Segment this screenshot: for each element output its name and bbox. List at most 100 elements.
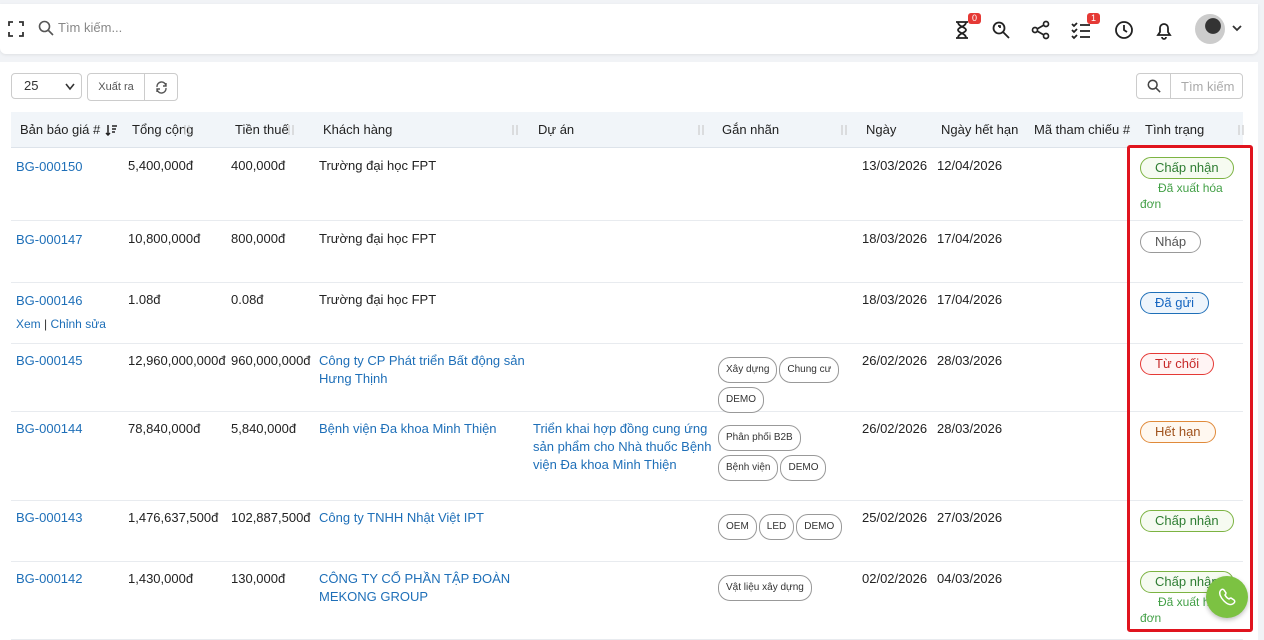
- sort-desc-icon[interactable]: [105, 124, 117, 136]
- col-tax[interactable]: Tiền thuế: [235, 122, 289, 137]
- tag-label[interactable]: Chung cư: [779, 357, 840, 383]
- tag-label[interactable]: OEM: [718, 514, 757, 540]
- sort-icon: [512, 125, 518, 135]
- chevron-down-icon[interactable]: [1231, 22, 1243, 34]
- search-icon: [38, 20, 54, 36]
- expiry-cell: 28/03/2026: [937, 421, 1003, 436]
- action-separator: |: [44, 317, 48, 331]
- call-button[interactable]: [1206, 576, 1248, 618]
- col-customer[interactable]: Khách hàng: [323, 122, 392, 137]
- expiry-cell: 17/04/2026: [937, 292, 1003, 307]
- col-expiry[interactable]: Ngày hết hạn: [941, 122, 1018, 137]
- sort-icon: [288, 125, 294, 135]
- col-date[interactable]: Ngày: [866, 122, 896, 137]
- quote-id-link[interactable]: BG-000144: [16, 420, 83, 438]
- export-button[interactable]: Xuất ra: [87, 73, 145, 101]
- fullscreen-icon[interactable]: [8, 21, 24, 37]
- col-tags[interactable]: Gắn nhãn: [722, 122, 779, 137]
- tags-cell: OEM LED DEMO: [718, 514, 853, 544]
- col-reference[interactable]: Mã tham chiếu #: [1034, 122, 1130, 137]
- date-cell: 02/02/2026: [862, 571, 928, 586]
- customer-link[interactable]: Công ty CP Phát triển Bất động sản Hưng …: [319, 352, 529, 388]
- sort-icon: [698, 125, 704, 135]
- page-length-select[interactable]: 25: [11, 73, 82, 99]
- tag-label[interactable]: Phân phối B2B: [718, 425, 801, 451]
- tasks-badge: 1: [1086, 13, 1100, 24]
- customer-link[interactable]: Công ty TNHH Nhật Việt IPT: [319, 509, 529, 527]
- date-cell: 26/02/2026: [862, 421, 928, 436]
- col-project[interactable]: Dự án: [538, 122, 574, 137]
- tax-cell: 960,000,000đ: [231, 353, 311, 368]
- expiry-cell: 27/03/2026: [937, 510, 1003, 525]
- customer-link[interactable]: Bệnh viện Đa khoa Minh Thiện: [319, 420, 529, 438]
- tag-label[interactable]: DEMO: [780, 455, 827, 481]
- refresh-icon: [156, 81, 167, 94]
- col-quote-number[interactable]: Bản báo giá #: [20, 122, 100, 137]
- date-cell: 18/03/2026: [862, 231, 928, 246]
- table-row: BG-000147 10,800,000đ 800,000đ Trường đạ…: [11, 222, 1243, 283]
- tag-label[interactable]: LED: [758, 514, 795, 540]
- view-link[interactable]: Xem: [16, 317, 41, 331]
- quote-id-link[interactable]: BG-000145: [16, 352, 83, 370]
- table-row: BG-000146 Xem | Chỉnh sửa 1.08đ 0.08đ Tr…: [11, 284, 1243, 344]
- reload-button[interactable]: [144, 73, 178, 101]
- timer-button[interactable]: 0: [951, 13, 981, 41]
- expiry-cell: 17/04/2026: [937, 231, 1003, 246]
- key-search-icon: [992, 21, 1010, 39]
- chevron-down-icon: [65, 83, 75, 91]
- table-row: BG-000145 12,960,000,000đ 960,000,000đ C…: [11, 345, 1243, 413]
- quote-id-link[interactable]: BG-000143: [16, 509, 83, 527]
- total-cell: 5,400,000đ: [128, 158, 194, 173]
- sort-icon: [841, 125, 847, 135]
- key-search-button[interactable]: [990, 19, 1012, 41]
- share-button[interactable]: [1030, 19, 1052, 41]
- quotes-panel: 25 Xuất ra Tìm kiếm Bản báo giá # Tổng c…: [0, 62, 1258, 640]
- total-cell: 10,800,000đ: [128, 231, 201, 246]
- customer-link[interactable]: CÔNG TY CỔ PHẦN TẬP ĐOÀN MEKONG GROUP: [319, 570, 529, 606]
- avatar[interactable]: [1195, 14, 1225, 44]
- clock-icon: [1115, 21, 1133, 39]
- table-row: BG-000144 78,840,000đ 5,840,000đ Bệnh vi…: [11, 413, 1243, 501]
- table-search-input[interactable]: Tìm kiếm: [1170, 73, 1243, 99]
- tags-cell: Phân phối B2B Bệnh viện DEMO: [718, 425, 853, 485]
- tags-cell: Vật liệu xây dựng: [718, 575, 853, 605]
- total-cell: 1,430,000đ: [128, 571, 194, 586]
- tax-cell: 130,000đ: [231, 571, 286, 586]
- table-row: BG-000143 1,476,637,500đ 102,887,500đ Cô…: [11, 502, 1243, 562]
- row-actions: Xem | Chỉnh sửa: [16, 317, 106, 331]
- sort-icon: [1238, 125, 1244, 135]
- top-navbar: Tìm kiếm... 0 1: [0, 4, 1258, 54]
- col-status[interactable]: Tình trạng: [1145, 122, 1204, 137]
- total-cell: 12,960,000,000đ: [128, 353, 226, 368]
- global-search-input[interactable]: Tìm kiếm...: [58, 20, 122, 35]
- project-link[interactable]: Triển khai hợp đồng cung ứng sản phẩm ch…: [533, 420, 713, 474]
- edit-link[interactable]: Chỉnh sửa: [51, 317, 106, 331]
- tag-label[interactable]: Xây dựng: [718, 357, 778, 383]
- search-icon: [1147, 79, 1161, 93]
- tax-cell: 102,887,500đ: [231, 510, 311, 525]
- sort-icon: [184, 125, 190, 135]
- quote-id-link[interactable]: BG-000146: [16, 292, 83, 310]
- tax-cell: 0.08đ: [231, 292, 264, 307]
- status-column-highlight: [1127, 145, 1253, 632]
- expiry-cell: 28/03/2026: [937, 353, 1003, 368]
- tax-cell: 800,000đ: [231, 231, 286, 246]
- quote-id-link[interactable]: BG-000150: [16, 158, 83, 176]
- phone-icon: [1219, 588, 1236, 606]
- notifications-button[interactable]: [1153, 19, 1175, 41]
- quote-id-link[interactable]: BG-000147: [16, 231, 83, 249]
- clock-button[interactable]: [1113, 19, 1135, 41]
- date-cell: 13/03/2026: [862, 158, 928, 173]
- tag-label[interactable]: DEMO: [718, 387, 764, 413]
- date-cell: 25/02/2026: [862, 510, 928, 525]
- expiry-cell: 12/04/2026: [937, 158, 1003, 173]
- timer-badge: 0: [967, 13, 981, 24]
- share-icon: [1031, 20, 1050, 40]
- tag-label[interactable]: DEMO: [796, 514, 843, 540]
- tasks-button[interactable]: 1: [1070, 13, 1100, 41]
- quote-id-link[interactable]: BG-000142: [16, 570, 83, 588]
- date-cell: 18/03/2026: [862, 292, 928, 307]
- tag-label[interactable]: Bệnh viện: [718, 455, 779, 481]
- tag-label[interactable]: Vật liệu xây dựng: [718, 575, 812, 601]
- tax-cell: 400,000đ: [231, 158, 286, 173]
